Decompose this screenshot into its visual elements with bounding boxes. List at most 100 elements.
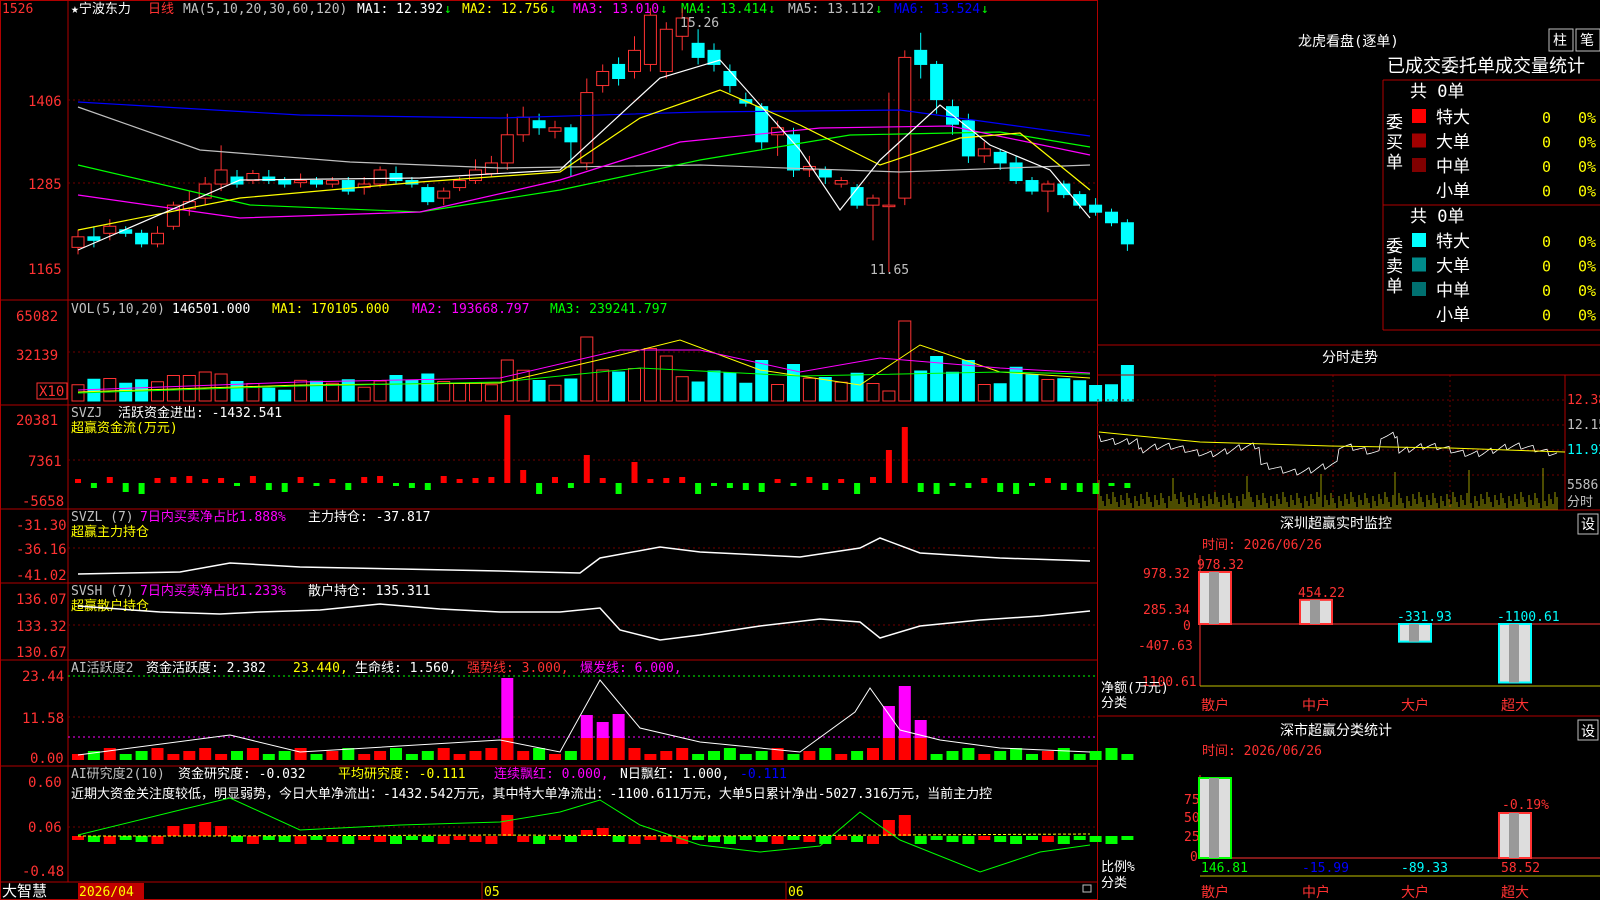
volume-bar (850, 372, 864, 402)
svzj-bar (1060, 483, 1067, 490)
svzj-bar (1013, 483, 1020, 494)
svzj-bar (981, 478, 988, 483)
svzj-bar (106, 477, 113, 483)
svzj-bar (170, 477, 177, 483)
ai-active-bar (803, 751, 816, 760)
ai-active-bar (978, 754, 991, 760)
svzj-bar (456, 479, 463, 483)
ai-research-bar (660, 836, 673, 842)
sz-monitor-settings-label: 设 (1581, 517, 1595, 533)
svzj-bar (329, 479, 336, 483)
ai-active-bars (72, 678, 1134, 760)
svsh-label1: 7日内买卖净占比1.233% (140, 583, 286, 599)
vol-ma3: MA3: 239241.797 (550, 302, 667, 317)
volume-bar (341, 379, 355, 402)
svzj-bar (90, 483, 97, 488)
ai-active-bar (962, 748, 975, 760)
sz-xunit: 分类 (1101, 696, 1127, 711)
ai-research-bar (739, 836, 752, 840)
legend-swatch-中单 (1412, 282, 1426, 296)
candle-body (596, 70, 610, 87)
ai-research-bar (151, 836, 164, 844)
ma-legend-arrow-2: ↓ (549, 2, 557, 17)
ai-active-bar (692, 754, 705, 760)
ai-active-ytick-2: 0.00 (30, 751, 64, 767)
ai-research-name: AI研究度2(10) (71, 766, 165, 782)
volume-bar (1025, 374, 1039, 402)
svzj-bar (726, 483, 733, 488)
volume-bar (802, 377, 816, 402)
ai-active-bar (676, 748, 689, 760)
svzl-label1: 7日内买卖净占比1.888% (140, 509, 286, 525)
svzj-header: SVZJ 活跃资金进出: -1432.541 超赢资金流(万元) (71, 405, 282, 436)
ai-research-bar (580, 830, 593, 836)
sz-ytick-2: 0 (1183, 619, 1191, 634)
candle-body (930, 63, 944, 101)
ai-research-bar (215, 826, 228, 836)
sell-total: 共 0单 (1410, 207, 1464, 227)
sz-class-title: 深市超赢分类统计 (1280, 722, 1392, 739)
sz-class-bar-shade-3 (1509, 813, 1519, 858)
ai-active-bar (151, 748, 164, 760)
candle-body (834, 180, 848, 185)
date-label-2: 06 (788, 885, 804, 900)
ai-research-bar (485, 836, 498, 844)
volume-bar (278, 389, 292, 402)
row-label: 大单 (1436, 133, 1470, 153)
sz-monitor-cat-0: 散户 (1201, 697, 1229, 714)
ai-research-ytick-0: 0.60 (28, 775, 62, 791)
ai-research-bar (1026, 836, 1038, 840)
svzj-bar (933, 483, 940, 494)
ai-research-bar (310, 836, 323, 840)
ma-legend-arrow-1: ↓ (444, 2, 452, 17)
ai-active-bar (262, 754, 275, 760)
ai-research-bar (1121, 836, 1134, 840)
ai-active-bar (930, 754, 943, 760)
ai-active-bar-base (580, 738, 593, 760)
intraday-price-1: 12.15 (1567, 418, 1600, 433)
main-yaxis: 1406 1285 1165 (28, 94, 62, 278)
intraday-title: 分时走势 (1322, 350, 1378, 366)
ai-active-l2: 23.440, (293, 661, 348, 676)
ai-active-bar-base (612, 738, 625, 760)
svzj-ytick-1: 7361 (28, 454, 62, 470)
ai-active-bar (1121, 754, 1134, 760)
vol-ma1: MA1: 170105.000 (272, 302, 389, 317)
candle-body (532, 120, 546, 129)
ai-research-bar (914, 836, 927, 844)
ai-active-name: AI活跃度2 (71, 660, 133, 676)
row-label: 大单 (1436, 257, 1470, 277)
ai-active-bar (628, 748, 641, 760)
main-header: 1526 ★宁波东力 日线 MA(5,10,20,30,60,120) MA1:… (2, 1, 989, 17)
stock-name[interactable]: ★宁波东力 (71, 1, 131, 17)
period-label[interactable]: 日线 (148, 2, 174, 17)
svzl-yaxis: -31.30 -36.16 -41.02 (16, 518, 67, 584)
row-label: 小单 (1436, 306, 1470, 326)
ai-active-ytick-1: 11.58 (22, 711, 64, 727)
vol-ytick-0: 65082 (16, 309, 58, 325)
buy-side-label-2: 买 (1386, 133, 1403, 153)
ai-research-header: AI研究度2(10) 资金研究度: -0.032 平均研究度: -0.111 连… (71, 766, 787, 782)
date-label-0: 2026/04 (79, 885, 134, 900)
vol-value: 146501.000 (172, 302, 250, 317)
candle-body (341, 180, 355, 192)
ai-research-bar (1073, 836, 1086, 840)
svsh-label2: 散户持仓: 135.311 (308, 583, 430, 599)
svzj-bar (1092, 483, 1099, 494)
ma-legend-2: MA2: 12.756 (462, 2, 548, 17)
volume-bar (1073, 380, 1087, 402)
ai-active-l1: 资金活跃度: 2.382 (146, 660, 266, 676)
sz-class-value-3: 58.52 (1501, 861, 1540, 876)
volume-bar (628, 368, 641, 402)
ai-research-bar (135, 836, 148, 842)
svzj-bar (281, 483, 288, 492)
ai-active-l5: 爆发线: 6.000, (580, 660, 682, 676)
volume-bar (755, 360, 769, 402)
candlestick-series (71, 8, 1134, 272)
svzj-bar (949, 483, 956, 486)
ai-research-bar (119, 836, 132, 840)
svzj-name: SVZJ (71, 406, 102, 421)
svzj-bar (75, 479, 81, 483)
volume-bar (961, 360, 975, 402)
candle-body (437, 190, 451, 199)
